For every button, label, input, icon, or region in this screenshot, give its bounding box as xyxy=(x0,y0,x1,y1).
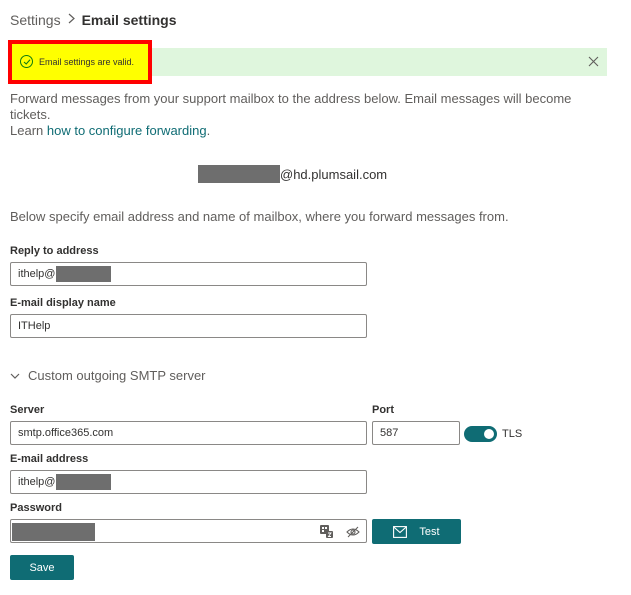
chevron-down-icon xyxy=(10,373,20,379)
port-label: Port xyxy=(372,404,394,416)
save-button-label: Save xyxy=(29,561,55,574)
check-circle-icon xyxy=(20,55,33,68)
learn-prefix: Learn xyxy=(10,123,47,138)
learn-line: Learn how to configure forwarding. xyxy=(10,123,610,139)
smtp-email-value: ithelp@ xyxy=(18,476,56,488)
test-button[interactable]: Test xyxy=(372,519,461,544)
port-value: 587 xyxy=(380,427,399,439)
banner-message-row: Email settings are valid. xyxy=(20,55,134,68)
breadcrumb: Settings Email settings xyxy=(10,12,177,28)
server-input[interactable]: smtp.office365.com xyxy=(10,421,367,445)
banner-message: Email settings are valid. xyxy=(39,56,135,67)
forwarding-domain: @hd.plumsail.com xyxy=(280,166,388,182)
reply-to-value: ithelp@ xyxy=(18,268,56,280)
port-input[interactable]: 587 xyxy=(372,421,460,445)
password-label: Password xyxy=(10,502,62,514)
reply-to-label: Reply to address xyxy=(10,245,99,257)
chevron-right-icon xyxy=(68,13,75,27)
redacted-block xyxy=(198,165,280,183)
page-title: Email settings xyxy=(81,12,177,28)
smtp-section-toggle[interactable]: Custom outgoing SMTP server xyxy=(10,368,206,383)
server-value: smtp.office365.com xyxy=(18,427,114,439)
breadcrumb-settings-link[interactable]: Settings xyxy=(10,12,61,28)
learn-suffix: . xyxy=(206,123,211,138)
forwarding-address: @hd.plumsail.com xyxy=(198,165,387,183)
tls-toggle[interactable] xyxy=(464,426,497,442)
redacted-block xyxy=(12,523,95,541)
eye-hide-icon[interactable] xyxy=(346,525,360,539)
mailbox-instructions: Below specify email address and name of … xyxy=(10,209,509,224)
configure-forwarding-link[interactable]: how to configure forwarding xyxy=(47,123,207,138)
test-button-label: Test xyxy=(419,525,440,538)
display-name-input[interactable]: ITHelp xyxy=(10,314,367,338)
mail-icon xyxy=(393,525,408,538)
intro-text: Forward messages from your support mailb… xyxy=(10,91,610,139)
close-icon[interactable] xyxy=(588,56,599,67)
reply-to-input[interactable]: ithelp@ xyxy=(10,262,367,286)
tls-label: TLS xyxy=(502,428,523,440)
redacted-block xyxy=(56,474,112,490)
smtp-section-label: Custom outgoing SMTP server xyxy=(28,368,206,383)
display-name-value: ITHelp xyxy=(18,320,51,332)
server-label: Server xyxy=(10,404,45,416)
display-name-label: E-mail display name xyxy=(10,297,116,309)
smtp-email-input[interactable]: ithelp@ xyxy=(10,470,367,494)
smtp-email-label: E-mail address xyxy=(10,453,89,465)
intro-description: Forward messages from your support mailb… xyxy=(10,91,572,122)
save-button[interactable]: Save xyxy=(10,555,74,580)
toggle-knob xyxy=(484,429,494,439)
password-manager-icon[interactable] xyxy=(319,524,333,538)
redacted-block xyxy=(56,266,112,282)
